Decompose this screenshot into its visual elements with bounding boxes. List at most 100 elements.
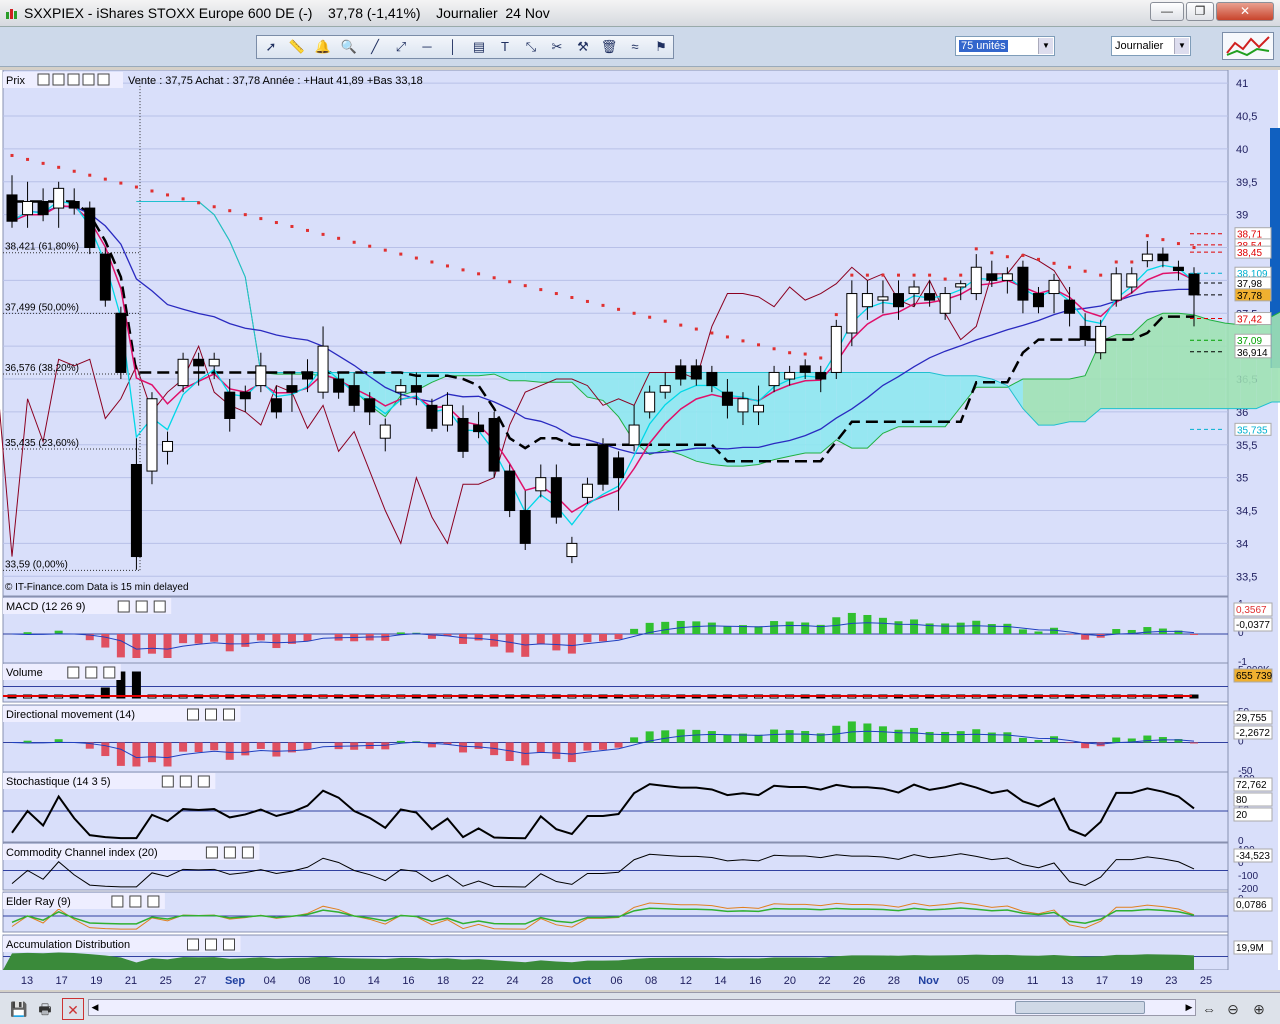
fib-level-label: 38,421 (61,80%): [5, 242, 79, 253]
cursor-icon[interactable]: ➚: [260, 37, 282, 57]
scrollbar-thumb[interactable]: [1015, 1001, 1145, 1014]
close-chart-icon[interactable]: ✕: [62, 998, 84, 1020]
histogram-bar: [147, 742, 156, 763]
sar-dot: [259, 217, 263, 221]
histogram-bar: [163, 634, 172, 658]
histogram-bar: [303, 742, 312, 750]
chart-type-button[interactable]: [1222, 32, 1274, 60]
drawing-tools: ➚ 📏 🔔 🔍 ╱ ⤢ ─ │ ▤ T ⤡ ✂ ⚒ 🗑 ≈ ⚑: [256, 35, 674, 59]
histogram-bar: [132, 742, 141, 767]
volume-bar: [131, 671, 141, 699]
scroll-left-icon[interactable]: ◀: [89, 1000, 101, 1015]
indicator-icon[interactable]: ≈: [624, 37, 646, 57]
close-button[interactable]: ✕: [1216, 2, 1274, 21]
histogram-bar: [910, 727, 919, 743]
candle-up: [566, 542, 578, 558]
save-icon[interactable]: 💾: [8, 998, 30, 1020]
zoom-out-icon[interactable]: ⊖: [1222, 998, 1244, 1020]
histogram-bar: [972, 620, 981, 634]
sar-dot: [181, 197, 185, 201]
sar-dot: [197, 201, 201, 205]
candle-up: [1001, 273, 1013, 281]
indicator-value: 19,9M: [1236, 943, 1264, 954]
candle-down: [613, 457, 625, 479]
candle-up: [939, 293, 951, 314]
close-icon: [67, 73, 80, 86]
candle-down: [270, 398, 282, 413]
cloud-segment: [1069, 375, 1086, 422]
alarm-icon[interactable]: 🔔: [312, 37, 334, 57]
sar-dot: [1099, 273, 1103, 277]
trendline-icon[interactable]: ⤢: [390, 37, 412, 57]
x-axis-label: 20: [784, 975, 796, 987]
indicator-value: 20: [1236, 810, 1248, 821]
candle-down: [84, 207, 96, 249]
text-icon[interactable]: T: [494, 37, 516, 57]
fibonacci-icon[interactable]: ▤: [468, 37, 490, 57]
candle-down: [130, 464, 142, 558]
ruler-icon[interactable]: 📏: [286, 37, 308, 57]
scroll-right-icon[interactable]: ▶: [1183, 1000, 1195, 1015]
histogram-bar: [101, 742, 110, 757]
candle-up: [441, 404, 453, 426]
sar-dot: [617, 307, 621, 311]
candle-down: [597, 444, 609, 485]
candle-down: [410, 385, 422, 393]
histogram-bar: [1018, 629, 1027, 634]
vertical-line-icon[interactable]: │: [442, 37, 464, 57]
period-select[interactable]: Journalier ▼: [1111, 36, 1191, 56]
minimize-button[interactable]: —: [1150, 2, 1184, 21]
histogram-bar: [23, 740, 32, 743]
candle-down: [473, 424, 485, 433]
sar-dot: [228, 209, 232, 213]
histogram-bar: [801, 622, 810, 634]
histogram-bar: [910, 619, 919, 634]
pan-icon[interactable]: ⇔: [1198, 998, 1220, 1020]
chart-area[interactable]: 4140,54039,53938,53837,53736,53635,53534…: [0, 69, 1280, 990]
zoom-icon[interactable]: 🔍: [338, 37, 360, 57]
cloud-segment: [696, 372, 712, 465]
candle-up: [644, 391, 656, 413]
candle-down: [286, 385, 298, 393]
chart-svg[interactable]: 4140,54039,53938,53837,53736,53635,53534…: [0, 69, 1280, 990]
candle-up: [970, 266, 982, 295]
sar-dot: [119, 181, 123, 185]
chevron-down-icon: ▼: [1038, 38, 1053, 54]
sar-dot: [928, 273, 932, 277]
histogram-bar: [1190, 634, 1198, 636]
candle-up: [955, 283, 967, 288]
x-axis-bg: [0, 970, 1280, 990]
arrows-icon[interactable]: ⤡: [520, 37, 542, 57]
trash-icon[interactable]: 🗑: [598, 37, 620, 57]
sar-dot: [274, 221, 278, 225]
cloud-segment: [1162, 313, 1179, 409]
print-icon[interactable]: 🖶: [34, 998, 56, 1020]
candle-down: [68, 201, 80, 209]
x-axis-label: 06: [610, 975, 622, 987]
candle-down: [799, 365, 811, 373]
toolbar: ➚ 📏 🔔 🔍 ╱ ⤢ ─ │ ▤ T ⤡ ✂ ⚒ 🗑 ≈ ⚑ 75 unités ▼ Journalier …: [0, 27, 1280, 67]
units-select[interactable]: 75 unités ▼: [955, 36, 1055, 56]
zoom-in-icon[interactable]: ⊕: [1248, 998, 1270, 1020]
candle-down: [519, 510, 531, 544]
histogram-bar: [754, 734, 763, 743]
candle-down: [1079, 325, 1091, 341]
line-icon[interactable]: ╱: [364, 37, 386, 57]
horizontal-scrollbar[interactable]: ◀ ▶: [88, 999, 1196, 1016]
hammer-icon[interactable]: ⚒: [572, 37, 594, 57]
tools-icon[interactable]: ✂: [546, 37, 568, 57]
sar-dot: [306, 228, 309, 232]
pattern-icon[interactable]: ⚑: [650, 37, 672, 57]
sar-dot: [41, 161, 45, 165]
histogram-bar: [1018, 737, 1027, 743]
histogram-bar: [863, 614, 872, 634]
candle-up: [208, 358, 220, 367]
candle-up: [22, 201, 34, 216]
price-tick-label: 33,5: [1236, 571, 1257, 583]
candle-up: [753, 404, 765, 413]
restore-button[interactable]: ❐: [1186, 2, 1214, 21]
sar-dot: [321, 232, 325, 236]
window-icon: [179, 775, 192, 788]
horizontal-line-icon[interactable]: ─: [416, 37, 438, 57]
candle-up: [877, 296, 889, 301]
